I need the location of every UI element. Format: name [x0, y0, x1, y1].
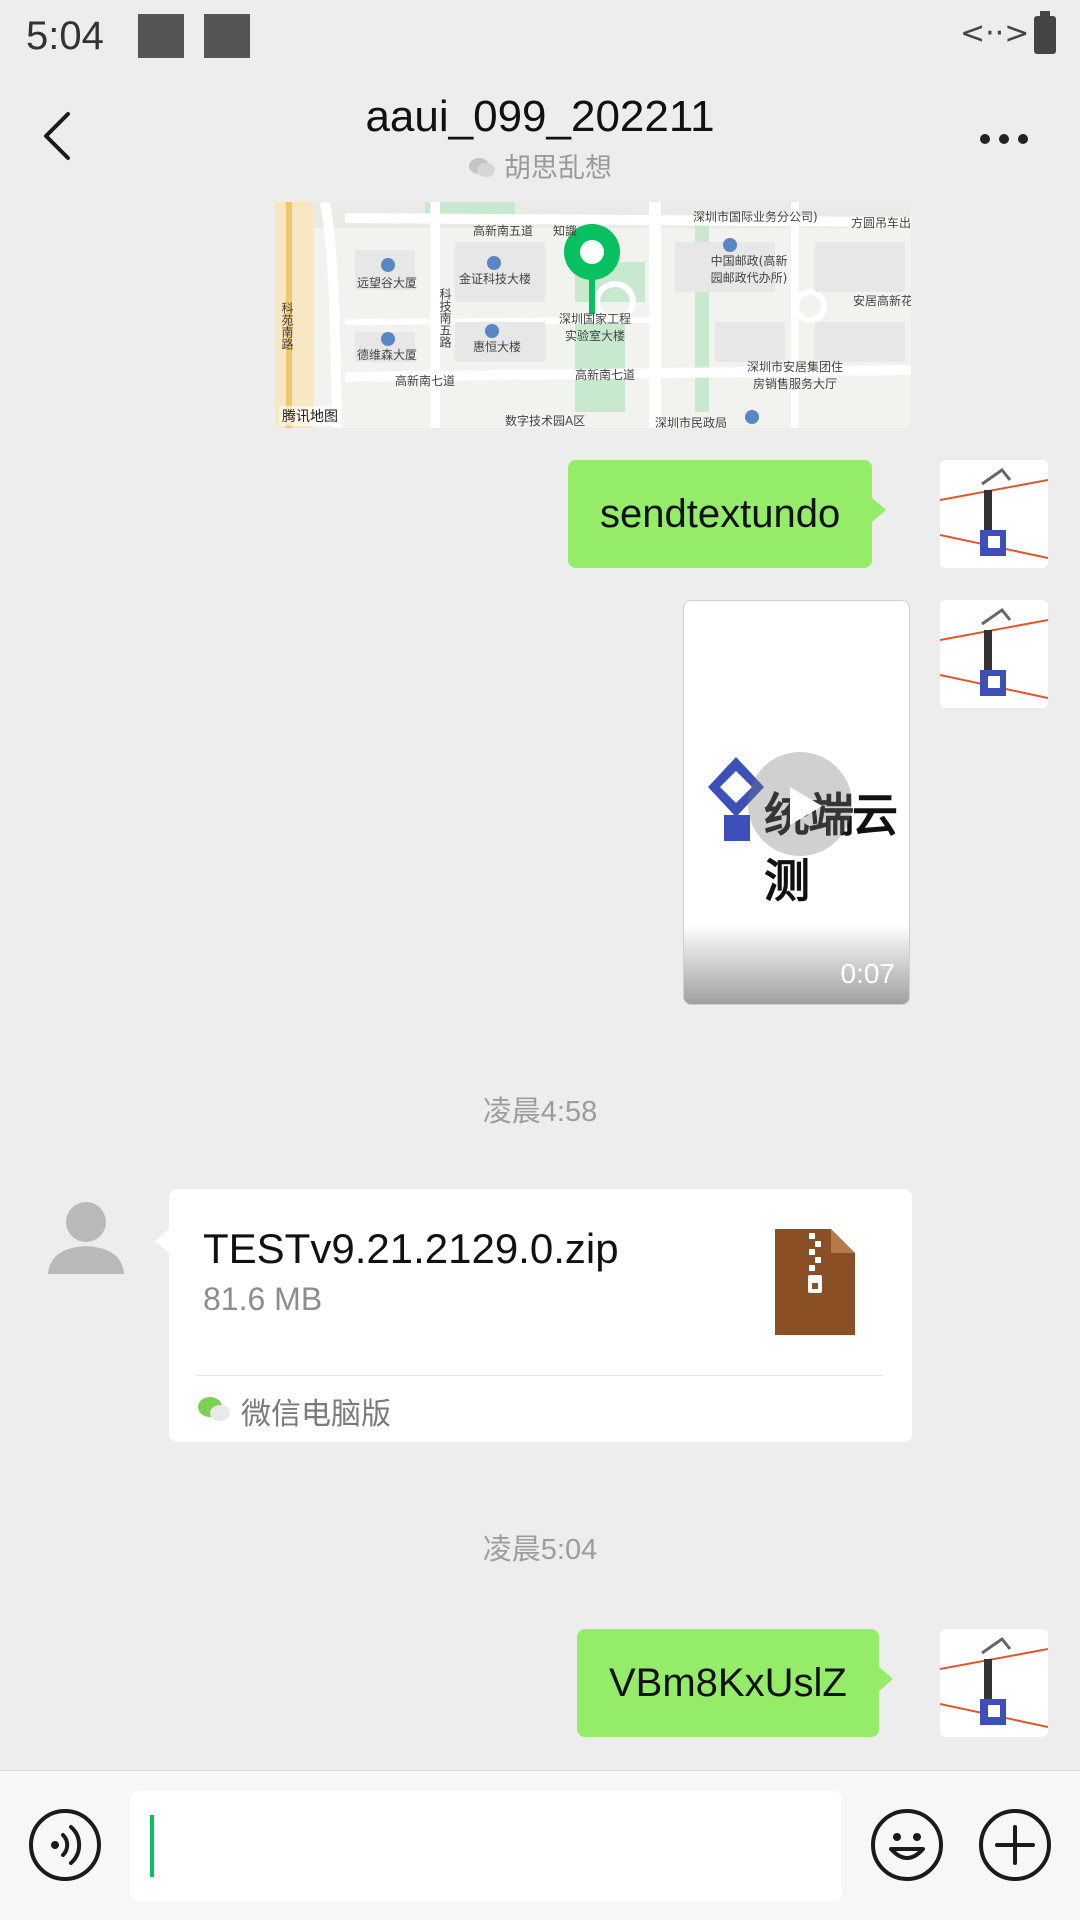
- file-source: 微信电脑版: [241, 1398, 391, 1431]
- data-transfer-icon: <··>: [960, 16, 1030, 51]
- avatar[interactable]: [940, 600, 1048, 708]
- input-bar: [0, 1770, 1080, 1920]
- file-message[interactable]: TESTv9.21.2129.0.zip 81.6 MB 微信电脑版: [155, 1189, 912, 1442]
- map-label: 深圳国家工程实验室大楼: [558, 312, 631, 343]
- video-duration: 0:07: [840, 958, 896, 989]
- message-text: VBm8KxUslZ: [609, 1660, 847, 1705]
- location-map-card[interactable]: 高新南五道 知識 远望谷大厦 金证科技大楼 科技南五路 深圳国家工程实验室大楼 …: [275, 202, 911, 428]
- notification-icon: [204, 14, 250, 58]
- video-message[interactable]: 统端云测 0:07: [683, 600, 910, 1005]
- plus-icon: [995, 1825, 1035, 1865]
- status-bar: 5:04 <··>: [0, 0, 1080, 80]
- avatar[interactable]: [940, 460, 1048, 568]
- avatar-image: [940, 600, 1048, 708]
- more-dot: [980, 134, 990, 144]
- chat-subtitle-text: 胡思乱想: [504, 153, 612, 183]
- map-label: 深圳市安居集团住房销售服务大厅: [746, 360, 843, 391]
- file-name: TESTv9.21.2129.0.zip: [203, 1225, 619, 1272]
- chat-bubble-icon: [469, 158, 495, 177]
- map-label: 科技南五路: [438, 288, 452, 348]
- avatar[interactable]: [940, 1629, 1048, 1737]
- map-label: 深圳市民政局: [655, 416, 728, 428]
- battery-icon: [1034, 11, 1056, 54]
- wechat-icon: [198, 1397, 230, 1421]
- chat-subtitle: 胡思乱想: [0, 146, 1080, 185]
- avatar-image: [940, 1629, 1048, 1737]
- message-bubble-sent[interactable]: VBm8KxUslZ: [577, 1629, 893, 1737]
- text-caret: [150, 1815, 154, 1877]
- chat-title: aaui_099_202211: [365, 92, 715, 141]
- voice-icon: [51, 1825, 82, 1865]
- file-size: 81.6 MB: [203, 1281, 323, 1317]
- play-icon: [790, 787, 822, 825]
- message-text: sendtextundo: [600, 491, 841, 536]
- chat-header: aaui_099_202211 胡思乱想: [0, 80, 1080, 190]
- more-dot: [1018, 134, 1028, 144]
- more-button[interactable]: [976, 132, 1032, 148]
- divider: [197, 1375, 882, 1376]
- zip-file-icon: [775, 1229, 855, 1335]
- map-label: 高新南五道: [473, 224, 534, 238]
- map-poi-icon: [381, 258, 395, 272]
- map-label: 数字技术园A区: [505, 414, 586, 428]
- emoji-button[interactable]: [871, 1809, 943, 1881]
- map-label: 高新南七道: [395, 374, 456, 388]
- more-dot: [999, 134, 1009, 144]
- map-label: 中国邮政(高新园邮政代办所): [710, 254, 788, 285]
- map-label: 金证科技大楼: [459, 272, 532, 286]
- map-label: 科苑南路: [280, 302, 294, 350]
- map-poi-icon: [745, 410, 759, 424]
- avatar[interactable]: [36, 1190, 136, 1290]
- emoji-icon: [889, 1833, 925, 1860]
- map-label: 安居高新花: [853, 294, 911, 308]
- plus-button[interactable]: [979, 1809, 1051, 1881]
- map-poi-icon: [487, 256, 501, 270]
- map-label: 方圆吊车出: [851, 216, 911, 230]
- message-input[interactable]: [130, 1791, 842, 1901]
- notification-icon: [138, 14, 184, 58]
- map-poi-icon: [381, 332, 395, 346]
- map-label: 知識: [553, 224, 578, 238]
- map-poi-icon: [485, 324, 499, 338]
- map-label: 深圳市国际业务分公司): [693, 210, 818, 224]
- default-avatar-icon: [48, 1202, 124, 1274]
- map-poi-icon: [723, 238, 737, 252]
- map-label: 德维森大厦: [357, 348, 418, 362]
- message-bubble-sent[interactable]: sendtextundo: [568, 460, 887, 568]
- status-time: 5:04: [26, 14, 104, 58]
- map-label: 远望谷大厦: [357, 276, 418, 290]
- message-timestamp: 凌晨4:58: [482, 1096, 598, 1128]
- map-label: 高新南七道: [575, 368, 636, 382]
- voice-button[interactable]: [29, 1809, 101, 1881]
- map-provider-logo: 腾讯地图: [279, 406, 341, 426]
- message-timestamp: 凌晨5:04: [482, 1534, 598, 1566]
- avatar-image: [940, 460, 1048, 568]
- map-label: 惠恒大楼: [473, 340, 522, 354]
